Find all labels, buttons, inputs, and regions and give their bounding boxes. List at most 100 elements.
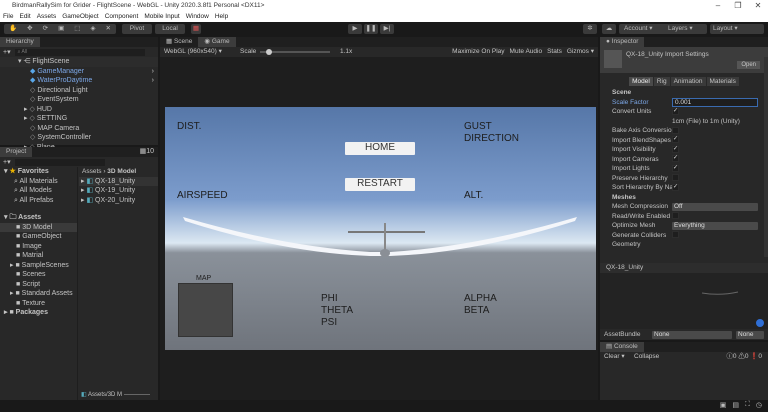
tab-console[interactable]: ▤ Console — [600, 342, 644, 352]
favorite-item[interactable]: ⌕ All Materials — [0, 177, 77, 187]
hierarchy-item[interactable]: ◆ WaterProDaytime › — [0, 76, 158, 86]
hierarchy-item[interactable]: ▸ ◇ HUD — [0, 105, 158, 115]
log-count[interactable]: ⓘ0 — [726, 353, 736, 360]
open-button[interactable]: Open — [737, 61, 760, 69]
import-option-checkbox[interactable]: ✓ — [672, 136, 679, 144]
tab-materials[interactable]: Materials — [706, 77, 739, 86]
scale-factor-input[interactable]: 0.001 — [672, 97, 758, 107]
menu-file[interactable]: File — [3, 12, 13, 22]
menu-window[interactable]: Window — [186, 12, 209, 22]
import-option-checkbox[interactable] — [672, 174, 679, 182]
warning-count[interactable]: ⚠0 — [738, 353, 748, 360]
read-write-checkbox[interactable] — [672, 212, 679, 220]
assets-folder[interactable]: ▾ 🗀 Assets — [0, 213, 77, 223]
menu-component[interactable]: Component — [105, 12, 139, 22]
maximize-on-play-toggle[interactable]: Maximize On Play — [452, 47, 504, 57]
hierarchy-item[interactable]: ◇ EventSystem — [0, 95, 158, 105]
prefab-open-icon[interactable]: › — [152, 76, 154, 86]
assetbundle-dropdown[interactable]: None — [652, 330, 732, 339]
folder-item[interactable]: ▸ ■ SampleScenes — [0, 261, 77, 271]
optimize-mesh-dropdown[interactable]: Everything — [672, 222, 758, 230]
folder-item[interactable]: ■ GameObject — [0, 232, 77, 242]
hierarchy-item[interactable]: ◇ SystemController — [0, 133, 158, 143]
mute-audio-toggle[interactable]: Mute Audio — [510, 47, 543, 57]
favorites[interactable]: ▾ ★ Favorites — [0, 167, 77, 177]
create-icon[interactable]: +▾ — [3, 158, 11, 166]
menu-help[interactable]: Help — [215, 12, 228, 22]
rotate-tool-icon[interactable]: ⟳ — [43, 24, 48, 34]
preview-toggle-icon[interactable] — [756, 319, 764, 327]
hierarchy-search-input[interactable]: ⌕ All — [14, 48, 145, 56]
mesh-compression-dropdown[interactable]: Off — [672, 203, 758, 211]
close-button[interactable]: ✕ — [748, 0, 768, 12]
pause-button[interactable]: ❚❚ — [364, 24, 378, 34]
rect-tool-icon[interactable]: ⬚ — [74, 24, 80, 34]
packages-folder[interactable]: ▸ ■ Packages — [0, 308, 77, 318]
folder-item[interactable]: ▸ ■ Standard Assets — [0, 289, 77, 299]
stats-toggle[interactable]: Stats — [547, 47, 562, 57]
collab-icon[interactable]: ✲ — [583, 24, 597, 34]
menu-gameobject[interactable]: GameObject — [62, 12, 99, 22]
scene-root[interactable]: ▾ ⋲ FlightScene — [0, 57, 158, 67]
tab-project[interactable]: Project — [0, 147, 33, 157]
folder-item[interactable]: ■ 3D Model — [0, 222, 77, 232]
scale-slider-knob[interactable] — [266, 49, 273, 55]
gizmos-dropdown[interactable]: Gizmos ▾ — [567, 47, 594, 57]
package-icon[interactable]: ▣ — [720, 401, 727, 409]
home-button[interactable]: HOME — [345, 142, 415, 155]
favorite-item[interactable]: ⌕ All Models — [0, 186, 77, 196]
tab-rig[interactable]: Rig — [653, 77, 670, 86]
folder-item[interactable]: ■ Texture — [0, 299, 77, 309]
layout-dropdown[interactable]: Layout ▾ — [710, 24, 764, 34]
game-viewport[interactable]: DIST. GUST DIRECTION HOME RESTART AIRSPE… — [165, 107, 596, 350]
hierarchy-item[interactable]: ▸ ◇ SETTING — [0, 114, 158, 124]
menu-mobile-input[interactable]: Mobile Input — [144, 12, 179, 22]
icon-size-slider[interactable] — [123, 393, 150, 395]
local-button[interactable]: Local — [155, 24, 185, 34]
tab-scene[interactable]: ▦ Scene — [160, 37, 198, 47]
resolution-dropdown[interactable]: WebGL (960x540) ▾ — [164, 47, 222, 57]
layers-dropdown[interactable]: Layers ▾ — [665, 24, 707, 34]
transform-tool-icon[interactable]: ◈ — [90, 24, 95, 34]
tab-game[interactable]: ◉ Game — [198, 37, 236, 47]
file-item[interactable]: ▸ ◧ QX-19_Unity — [79, 186, 158, 196]
generate-colliders-checkbox[interactable] — [672, 231, 679, 239]
hand-tool-icon[interactable]: ✋ — [9, 24, 17, 34]
hierarchy-item[interactable]: ◇ MAP Camera — [0, 124, 158, 134]
import-option-checkbox[interactable]: ✓ — [672, 183, 679, 191]
error-count[interactable]: ❗0 — [750, 353, 762, 360]
hierarchy-item[interactable]: ◇ Directional Light — [0, 86, 158, 96]
folder-item[interactable]: ■ Matrial — [0, 251, 77, 261]
folder-item[interactable]: ■ Image — [0, 242, 77, 252]
assetbundle-variant-dropdown[interactable]: None — [736, 330, 764, 339]
custom-tool-icon[interactable]: ✕ — [106, 24, 111, 34]
step-button[interactable]: ▶| — [380, 24, 394, 34]
maximize-button[interactable]: ❐ — [728, 0, 748, 12]
scale-slider[interactable] — [260, 49, 330, 55]
folder-item[interactable]: ■ Script — [0, 280, 77, 290]
add-icon[interactable]: +▾ — [3, 48, 11, 56]
move-tool-icon[interactable]: ✥ — [27, 24, 32, 34]
hierarchy-item[interactable]: ◆ GameManager › — [0, 67, 158, 77]
project-search-input[interactable] — [14, 158, 105, 166]
tab-hierarchy[interactable]: Hierarchy — [0, 37, 40, 47]
play-button[interactable]: ▶ — [348, 24, 362, 34]
restart-button[interactable]: RESTART — [345, 178, 415, 191]
file-item[interactable]: ▸ ◧ QX-18_Unity — [79, 176, 158, 186]
prefab-open-icon[interactable]: › — [152, 67, 154, 77]
cloud-icon[interactable]: ☁ — [602, 24, 616, 34]
tab-model[interactable]: Model — [629, 77, 653, 86]
menu-edit[interactable]: Edit — [19, 12, 30, 22]
favorite-item[interactable]: ⌕ All Prefabs — [0, 196, 77, 206]
pivot-button[interactable]: Pivot — [122, 24, 152, 34]
grid-snap-icon[interactable]: ▦ — [191, 24, 201, 34]
menu-assets[interactable]: Assets — [37, 12, 57, 22]
breadcrumb-3d-model[interactable]: 3D Model — [107, 168, 136, 175]
import-option-checkbox[interactable]: ✓ — [672, 164, 679, 172]
collapse-toggle[interactable]: Collapse — [634, 352, 659, 362]
breadcrumb-assets[interactable]: Assets — [82, 168, 102, 175]
debug-icon[interactable]: ⛶ — [745, 401, 750, 409]
folder-item[interactable]: ■ Scenes — [0, 270, 77, 280]
tab-animation[interactable]: Animation — [670, 77, 706, 86]
clear-button[interactable]: Clear ▾ — [604, 352, 625, 362]
